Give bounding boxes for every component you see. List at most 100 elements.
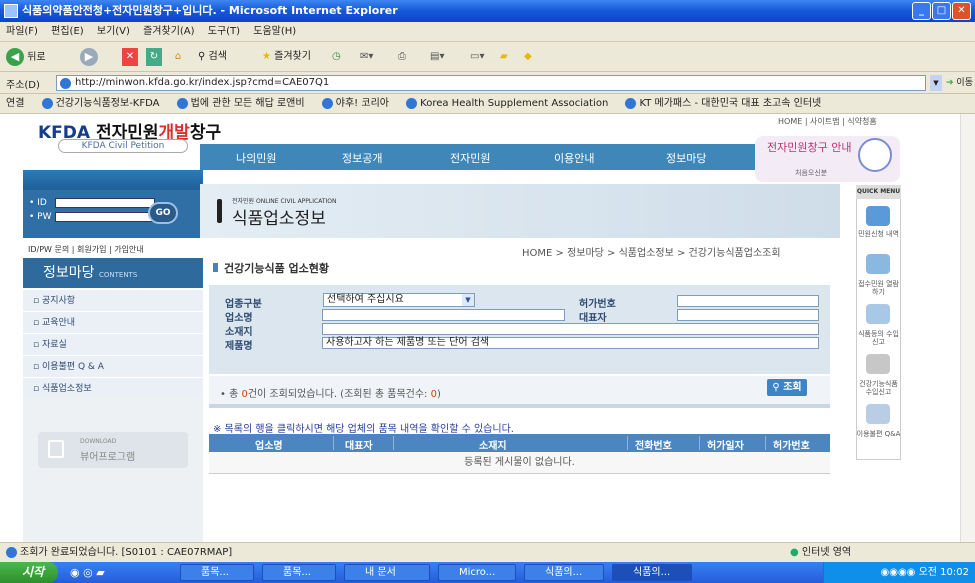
discuss-icon[interactable]: ▭▾ xyxy=(470,48,484,66)
id-input[interactable] xyxy=(55,198,155,208)
taskbar-item[interactable]: 식품의... xyxy=(524,564,604,581)
close-button[interactable]: ✕ xyxy=(952,2,971,20)
start-button[interactable]: 시작 xyxy=(0,562,58,583)
go-button[interactable]: ➔ 이동 xyxy=(946,75,973,88)
taskbar-item[interactable]: 품목... xyxy=(180,564,254,581)
favorites-button[interactable]: ★ 즐겨찾기 xyxy=(262,48,311,66)
sidebar-item-notice[interactable]: ▫ 공지사항 xyxy=(23,290,203,312)
menu-file[interactable]: 파일(F) xyxy=(6,26,38,37)
menu-edit[interactable]: 편집(E) xyxy=(51,26,84,37)
back-button[interactable]: ◀ 뒤로 xyxy=(6,48,46,66)
search-form: 업종구분 허가번호 업소명 대표자 소재지 제품명 사용하고자 하는 제품명 또… xyxy=(209,285,830,374)
taskbar-item[interactable]: 품목... xyxy=(262,564,336,581)
window-titlebar[interactable]: 식품의약품안전청+전자민원창구+입니다. - Microsoft Interne… xyxy=(0,0,975,22)
vertical-scrollbar[interactable] xyxy=(960,114,975,542)
security-zone: ● 인터넷 영역 xyxy=(790,547,852,558)
result-count-text: • 총 0건이 조회되었습니다. (조회된 총 품목건수: 0) xyxy=(220,389,441,400)
search-submit-button[interactable]: ⚲ 조회 xyxy=(767,379,807,396)
address-label: 주소(D) xyxy=(6,80,40,91)
address-dropdown-icon[interactable]: ▼ xyxy=(930,75,942,91)
links-bar: 연결 건강기능식품정보-KFDA 법에 관한 모든 해답 로앤비 야후! 코리아… xyxy=(0,94,975,114)
table-empty-row: 등록된 게시물이 없습니다. xyxy=(209,452,830,474)
bullet-icon xyxy=(213,263,218,272)
nav-e-petition[interactable]: 전자민원 xyxy=(450,150,490,166)
product-input[interactable]: 사용하고자 하는 제품명 또는 단어 검색 xyxy=(322,337,819,349)
link-item[interactable]: 야후! 코리아 xyxy=(321,97,389,109)
minimize-button[interactable]: _ xyxy=(912,2,931,20)
book-icon[interactable] xyxy=(866,254,890,274)
sidebar-item-archive[interactable]: ▫ 자료실 xyxy=(23,334,203,356)
biz-type-label: 업종구분 xyxy=(225,299,262,310)
banner-accent-bar xyxy=(217,199,222,223)
nav-guide[interactable]: 이용안내 xyxy=(554,150,594,166)
toolbar: ◀ 뒤로 ▶ ✕ ↻ ⌂ ⚲ 검색 ★ 즐겨찾기 ◷ ✉▾ ⎙ ▤▾ ▭▾ ▰ … xyxy=(0,42,975,72)
divider xyxy=(209,404,830,408)
mascot-icon xyxy=(858,138,892,172)
search-button[interactable]: ⚲ 검색 xyxy=(198,48,227,66)
sidebar-item-shop-info[interactable]: ▫ 식품업소정보 xyxy=(23,378,203,400)
table-notice: ※ 목록의 행을 클릭하시면 해당 업체의 품목 내역을 확인할 수 있습니다. xyxy=(213,424,514,435)
help-icon[interactable] xyxy=(866,206,890,226)
section-title: 건강기능식품 업소현황 xyxy=(213,260,329,276)
permit-no-label: 허가번호 xyxy=(579,299,616,310)
taskbar-item[interactable]: Micro... xyxy=(438,564,516,581)
address-input-field[interactable] xyxy=(322,323,819,335)
menu-tools[interactable]: 도구(T) xyxy=(208,26,240,37)
biz-type-select[interactable]: 선택하여 주십시요 ▼ xyxy=(323,293,475,307)
login-go-button[interactable]: GO xyxy=(148,202,178,224)
link-item[interactable]: 건강기능식품정보-KFDA xyxy=(41,97,159,109)
quick-item-petition-history[interactable]: 민원신청 내역 xyxy=(856,230,901,238)
ceo-input[interactable] xyxy=(677,309,819,321)
taskbar-item-active[interactable]: 식품의... xyxy=(612,564,692,581)
quick-launch-icons[interactable]: ◉ ◎ ▰ xyxy=(70,566,105,579)
globe-icon: ● xyxy=(790,547,799,558)
address-input[interactable]: http://minwon.kfda.go.kr/index.jsp?cmd=C… xyxy=(56,75,926,91)
mail-icon[interactable]: ✉▾ xyxy=(360,48,373,66)
menu-help[interactable]: 도움말(H) xyxy=(253,26,296,37)
nav-info-plaza[interactable]: 정보마당 xyxy=(666,150,706,166)
document-pen-icon[interactable] xyxy=(866,404,890,424)
stop-icon[interactable]: ✕ xyxy=(122,48,138,66)
quick-item-food-import[interactable]: 식품등의 수입신고 xyxy=(856,330,901,346)
chevron-down-icon: ▼ xyxy=(462,294,474,306)
pw-label: • PW xyxy=(29,212,52,222)
top-links[interactable]: HOME | 사이트맵 | 식약청홈 xyxy=(778,116,877,127)
quick-item-view-petitions[interactable]: 접수민원 열람하기 xyxy=(856,280,901,296)
quick-item-qna[interactable]: 이용불편 Q&A xyxy=(856,430,901,438)
maximize-button[interactable]: □ xyxy=(932,2,951,20)
edit-icon[interactable]: ▤▾ xyxy=(430,48,444,66)
window-title: 식품의약품안전청+전자민원창구+입니다. - Microsoft Interne… xyxy=(22,4,398,17)
viewer-download-button[interactable]: DOWNLOAD 뷰어프로그램 xyxy=(38,432,188,468)
nav-info-disclosure[interactable]: 정보공개 xyxy=(342,150,382,166)
menu-view[interactable]: 보기(V) xyxy=(97,26,130,37)
document-icon xyxy=(48,440,64,458)
folder-icon[interactable]: ▰ xyxy=(500,48,508,66)
pw-input[interactable] xyxy=(55,212,155,222)
forward-arrow-icon: ▶ xyxy=(80,48,98,66)
tray-icons[interactable]: ◉◉◉◉ xyxy=(881,567,916,578)
taskbar-item[interactable]: 내 문서 xyxy=(344,564,430,581)
history-icon[interactable]: ◷ xyxy=(332,48,341,66)
cup-icon[interactable] xyxy=(866,354,890,374)
messenger-icon[interactable]: ◆ xyxy=(524,48,532,66)
sidebar-title: 정보마당 CONTENTS xyxy=(23,258,203,288)
home-icon[interactable]: ⌂ xyxy=(170,48,186,66)
link-item[interactable]: KT 메가패스 - 대한민국 대표 초고속 인터넷 xyxy=(625,97,821,109)
forward-button[interactable]: ▶ xyxy=(80,48,98,66)
page-icon xyxy=(60,78,71,89)
link-item[interactable]: 법에 관한 모든 해답 로앤비 xyxy=(176,97,305,109)
refresh-icon[interactable]: ↻ xyxy=(146,48,162,66)
permit-no-input[interactable] xyxy=(677,295,819,307)
sidebar-item-qna[interactable]: ▫ 이용불편 Q & A xyxy=(23,356,203,378)
quick-item-health-import[interactable]: 건강기능식품 수입신고 xyxy=(856,380,901,396)
pen-icon[interactable] xyxy=(866,304,890,324)
banner-text: 전자민원창구 안내 xyxy=(767,141,852,154)
login-links[interactable]: ID/PW 문의 | 회원가입 | 가입안내 xyxy=(28,244,144,255)
shop-name-input[interactable] xyxy=(322,309,565,321)
nav-my-petition[interactable]: 나의민원 xyxy=(236,150,276,166)
main-nav: 나의민원 정보공개 전자민원 이용안내 정보마당 xyxy=(200,144,755,170)
sidebar-item-education[interactable]: ▫ 교육안내 xyxy=(23,312,203,334)
print-icon[interactable]: ⎙ xyxy=(398,48,406,66)
menu-favorites[interactable]: 즐겨찾기(A) xyxy=(143,26,194,37)
link-item[interactable]: Korea Health Supplement Association xyxy=(406,97,608,109)
